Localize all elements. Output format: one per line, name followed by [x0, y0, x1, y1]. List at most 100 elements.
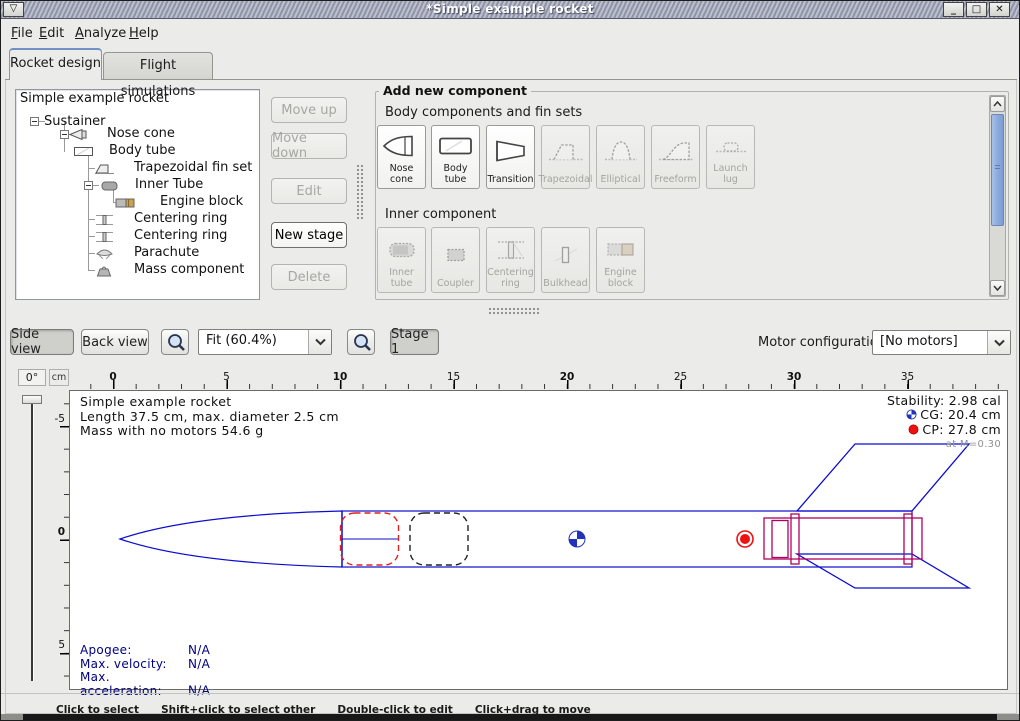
resize-handle-right[interactable] — [997, 714, 1019, 720]
component-button-bulkhead[interactable]: Bulkhead — [541, 227, 590, 293]
scrollbar-up-button[interactable] — [990, 96, 1005, 112]
zoom-out-button[interactable] — [161, 329, 189, 355]
h-tick-30: 30 — [787, 371, 802, 383]
edit-button[interactable]: Edit — [271, 178, 347, 204]
h-tick-25: 25 — [674, 371, 687, 383]
application-window: ▽ *Simple example rocket _ □ ✕ File Edit… — [0, 0, 1020, 721]
component-button-engine-block[interactable]: Engine block — [596, 227, 645, 293]
mach-note: at M=0.30 — [887, 438, 1001, 452]
component-button-transition[interactable]: Transition — [486, 125, 535, 189]
component-button-inner-tube[interactable]: Inner tube — [377, 227, 426, 293]
fin-top[interactable] — [797, 444, 969, 511]
engine-block-outline[interactable] — [772, 521, 788, 558]
transition-icon — [491, 129, 531, 173]
scrollbar-thumb[interactable] — [991, 114, 1004, 226]
h-tick-35: 35 — [901, 371, 914, 383]
close-icon: ✕ — [995, 4, 1003, 15]
tree-item-parachute[interactable]: Parachute — [134, 245, 199, 260]
delete-button[interactable]: Delete — [271, 264, 347, 290]
tab-flight-simulations[interactable]: Flight simulations — [103, 52, 213, 80]
component-tree[interactable]: Simple example rocket Sustainer Nose con… — [15, 89, 260, 300]
menu-item-edit[interactable]: Edit — [35, 24, 68, 43]
stability-readout: Stability: 2.98 cal — [887, 394, 1001, 408]
freeform-fin-icon — [656, 129, 696, 173]
v-tick-5: 5 — [58, 639, 65, 651]
ruler-unit-label: cm — [49, 369, 69, 386]
move-up-button[interactable]: Move up — [271, 97, 347, 123]
menu-item-analyze[interactable]: Analyze — [71, 24, 130, 43]
tree-item-sustainer[interactable]: Sustainer — [44, 114, 106, 129]
launch-lug-icon — [711, 129, 751, 162]
side-view-button[interactable]: Side view — [10, 329, 74, 355]
component-button-coupler[interactable]: Coupler — [431, 227, 480, 293]
nose-cone-icon — [69, 128, 91, 141]
scrollbar-down-button[interactable] — [990, 280, 1005, 296]
maximize-button[interactable]: □ — [966, 2, 987, 17]
expander-sustainer[interactable] — [30, 117, 39, 126]
tree-item-nose-cone[interactable]: Nose cone — [107, 126, 175, 141]
nose-cone-outline[interactable] — [120, 511, 342, 567]
centering-ring-icon — [491, 231, 531, 266]
parachute-icon — [94, 247, 116, 260]
cp-marker[interactable] — [737, 531, 753, 547]
expander-body-tube[interactable] — [60, 130, 69, 139]
minimize-button[interactable]: _ — [943, 2, 964, 17]
rocket-canvas[interactable]: Simple example rocket Length 37.5 cm, ma… — [69, 390, 1008, 690]
component-button-centering-ring[interactable]: Centering ring — [486, 227, 535, 293]
tab-rocket-design[interactable]: Rocket design — [9, 48, 102, 80]
tree-item-centering-1[interactable]: Centering ring — [134, 211, 227, 226]
window-title: *Simple example rocket — [1, 2, 1019, 16]
menu-item-file[interactable]: File — [7, 24, 37, 43]
v-tick-minus5: -5 — [55, 413, 65, 425]
tree-item-centering-2[interactable]: Centering ring — [134, 228, 227, 243]
move-down-button[interactable]: Move down — [271, 133, 347, 159]
component-button-elliptical[interactable]: Elliptical — [596, 125, 645, 189]
h-tick-15: 15 — [447, 371, 460, 383]
component-button-freeform[interactable]: Freeform — [651, 125, 700, 189]
component-button-body-tube[interactable]: Body tube — [431, 125, 480, 189]
component-button-trapezoidal[interactable]: Trapezoidal — [541, 125, 590, 189]
menu-item-help[interactable]: Help — [125, 24, 163, 43]
centering-ring-outline-1[interactable] — [791, 514, 799, 564]
tree-item-trapezoidal[interactable]: Trapezoidal fin set — [134, 160, 252, 175]
tree-item-mass[interactable]: Mass component — [134, 262, 244, 277]
statusbar: Click to select Shift+click to select ot… — [1, 693, 1019, 714]
component-button-launch-lug[interactable]: Launch lug — [706, 125, 755, 189]
rocket-mass-line: Mass with no motors 54.6 g — [80, 424, 339, 439]
centering-ring-outline-2[interactable] — [904, 514, 912, 564]
trapezoidal-fin-icon — [546, 129, 586, 173]
cg-icon — [906, 409, 917, 423]
resize-handle-left[interactable] — [1, 714, 23, 720]
zoom-combobox[interactable]: Fit (60.4%) — [198, 329, 332, 355]
vertical-splitter-grip[interactable] — [356, 164, 364, 220]
rocket-info: Simple example rocket Length 37.5 cm, ma… — [80, 395, 339, 439]
back-view-button[interactable]: Back view — [81, 329, 149, 355]
tree-item-body-tube[interactable]: Body tube — [109, 143, 176, 158]
stage-1-toggle[interactable]: Stage 1 — [390, 329, 439, 355]
menubar: File Edit Analyze Help — [1, 20, 1019, 46]
new-stage-button[interactable]: New stage — [271, 222, 347, 248]
tree-item-engine-block[interactable]: Engine block — [160, 194, 243, 209]
flight-stats: Apogee:N/A Max. velocity:N/A Max. accele… — [80, 644, 210, 698]
component-panel-scrollbar[interactable] — [989, 95, 1006, 297]
motor-config-value: [No motors] — [873, 331, 987, 354]
tree-item-inner-tube[interactable]: Inner Tube — [135, 177, 203, 192]
engine-block-icon — [115, 196, 139, 209]
expander-inner-tube[interactable] — [84, 181, 93, 190]
rotation-slider-track[interactable] — [31, 399, 33, 681]
vertical-ruler: -5 0 5 — [49, 389, 69, 689]
stability-block: Stability: 2.98 cal CG: 20.4 cm CP: 27.8… — [887, 394, 1001, 452]
mass-component-outline[interactable] — [410, 513, 468, 565]
inner-tube-icon — [99, 179, 121, 192]
close-button[interactable]: ✕ — [989, 2, 1010, 17]
zoom-in-button[interactable] — [347, 329, 375, 355]
cp-readout: CP: 27.8 cm — [887, 423, 1001, 438]
motor-config-combobox[interactable]: [No motors] — [872, 330, 1011, 355]
component-button-nose-cone[interactable]: Nose cone — [377, 125, 426, 189]
cg-marker[interactable] — [569, 531, 585, 547]
magnifier-icon — [351, 332, 371, 352]
cp-icon — [908, 424, 919, 438]
horizontal-splitter-grip[interactable] — [488, 307, 540, 316]
chevron-down-icon — [308, 330, 331, 354]
rotation-slider-handle[interactable] — [22, 395, 42, 404]
